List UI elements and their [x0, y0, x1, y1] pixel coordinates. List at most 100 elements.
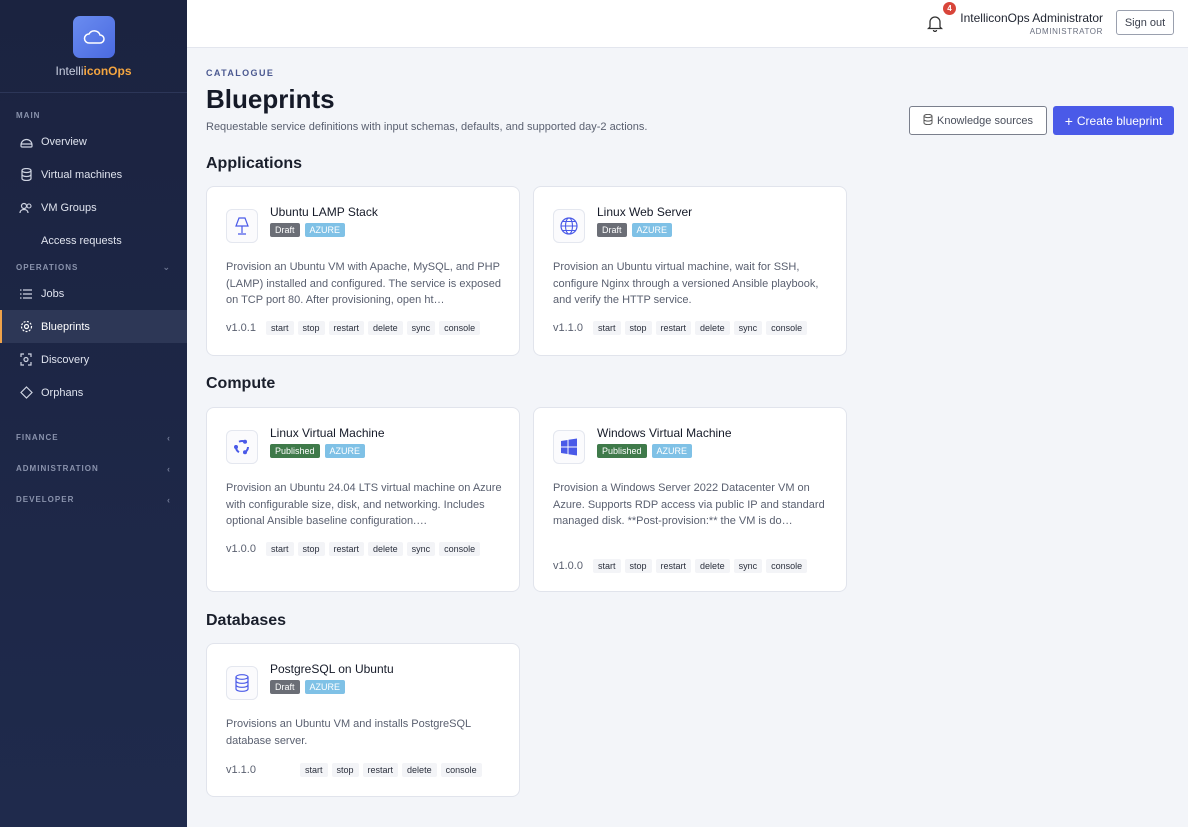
- diamond-icon: [19, 386, 33, 400]
- lamp-icon: [226, 209, 258, 243]
- card-description: Provision a Windows Server 2022 Datacent…: [553, 482, 825, 527]
- action-stop[interactable]: stop: [624, 559, 652, 573]
- sidebar-item-blueprints[interactable]: Blueprints: [0, 310, 187, 343]
- section-title-applications: Applications: [206, 155, 303, 172]
- action-stop[interactable]: stop: [297, 542, 325, 556]
- action-console[interactable]: console: [440, 763, 482, 777]
- user-role: ADMINISTRATOR: [1029, 27, 1103, 36]
- cloud-logo-icon[interactable]: [72, 16, 115, 58]
- action-sync[interactable]: sync: [733, 559, 763, 573]
- action-delete[interactable]: delete: [695, 321, 730, 335]
- chevron-left-icon: ‹: [167, 494, 171, 505]
- chevron-down-icon: ⌄: [162, 261, 171, 272]
- action-stop[interactable]: stop: [331, 763, 359, 777]
- blueprint-card[interactable]: Linux Web Server Draft AZURE Provision a…: [533, 186, 847, 356]
- chevron-left-icon: ‹: [167, 463, 171, 474]
- blueprint-card[interactable]: Ubuntu LAMP Stack Draft AZURE Provision …: [206, 186, 520, 356]
- status-badge: Published: [270, 444, 320, 458]
- user-name: IntelliconOps Administrator: [960, 11, 1103, 25]
- action-sync[interactable]: sync: [406, 321, 436, 335]
- section-title-compute: Compute: [206, 375, 276, 392]
- card-description: Provision an Ubuntu 24.04 LTS virtual ma…: [226, 482, 502, 527]
- user-info[interactable]: IntelliconOps Administrator ADMINISTRATO…: [960, 11, 1103, 36]
- list-icon: [19, 287, 33, 301]
- action-console[interactable]: console: [439, 542, 481, 556]
- action-stop[interactable]: stop: [297, 321, 325, 335]
- cloud-badge: AZURE: [631, 223, 673, 237]
- action-restart[interactable]: restart: [362, 763, 399, 777]
- gear-icon: [19, 320, 33, 334]
- action-restart[interactable]: restart: [655, 321, 692, 335]
- action-delete[interactable]: delete: [695, 559, 730, 573]
- page-title: Blueprints: [206, 84, 335, 114]
- sidebar-item-access-requests[interactable]: Access requests: [0, 224, 187, 257]
- sidebar-item-orphans[interactable]: Orphans: [0, 376, 187, 409]
- cloud-badge: AZURE: [304, 223, 346, 237]
- nav-section-finance[interactable]: FINANCE ‹: [0, 422, 187, 453]
- action-console[interactable]: console: [766, 559, 808, 573]
- card-description: Provisions an Ubuntu VM and installs Pos…: [226, 718, 471, 747]
- sidebar-item-vm-groups[interactable]: VM Groups: [0, 191, 187, 224]
- sidebar-item-jobs[interactable]: Jobs: [0, 277, 187, 310]
- action-start[interactable]: start: [300, 763, 328, 777]
- sidebar-item-overview[interactable]: Overview: [0, 125, 187, 158]
- action-start[interactable]: start: [266, 542, 294, 556]
- card-title: Linux Virtual Machine: [270, 426, 385, 440]
- brand: IntelliiconOps: [0, 0, 187, 93]
- card-title: Windows Virtual Machine: [597, 426, 732, 440]
- version-label: v1.0.1: [226, 322, 256, 334]
- chevron-left-icon: ‹: [167, 432, 171, 443]
- nav-section-main: MAIN: [16, 110, 41, 120]
- action-restart[interactable]: restart: [328, 542, 365, 556]
- scan-icon: [19, 353, 33, 367]
- topbar: 4 IntelliconOps Administrator ADMINISTRA…: [187, 0, 1188, 48]
- status-badge: Published: [597, 444, 647, 458]
- version-label: v1.0.0: [553, 560, 583, 572]
- page-eyebrow: CATALOGUE: [206, 68, 275, 78]
- blueprint-card[interactable]: Linux Virtual Machine Published AZURE Pr…: [206, 407, 520, 592]
- version-label: v1.1.0: [553, 322, 583, 334]
- section-title-databases: Databases: [206, 612, 287, 629]
- database-icon: [19, 168, 33, 182]
- sidebar-item-virtual-machines[interactable]: Virtual machines: [0, 158, 187, 191]
- status-badge: Draft: [270, 223, 300, 237]
- nav-section-operations[interactable]: OPERATIONS ⌄: [0, 257, 187, 277]
- action-start[interactable]: start: [593, 321, 621, 335]
- sign-out-button[interactable]: Sign out: [1116, 10, 1174, 35]
- action-sync[interactable]: sync: [733, 321, 763, 335]
- card-description: Provision an Ubuntu VM with Apache, MySQ…: [226, 261, 501, 306]
- action-delete[interactable]: delete: [368, 321, 403, 335]
- globe-icon: [553, 209, 585, 243]
- page-subtitle: Requestable service definitions with inp…: [206, 121, 648, 133]
- windows-icon: [553, 430, 585, 464]
- brand-name: IntelliiconOps: [55, 64, 132, 78]
- action-stop[interactable]: stop: [624, 321, 652, 335]
- create-blueprint-button[interactable]: + Create blueprint: [1053, 106, 1174, 135]
- blueprint-card[interactable]: Windows Virtual Machine Published AZURE …: [533, 407, 847, 592]
- card-description: Provision an Ubuntu virtual machine, wai…: [553, 261, 819, 306]
- bell-icon[interactable]: [926, 14, 945, 34]
- action-delete[interactable]: delete: [368, 542, 403, 556]
- action-console[interactable]: console: [766, 321, 808, 335]
- card-title: PostgreSQL on Ubuntu: [270, 662, 394, 676]
- ubuntu-icon: [226, 430, 258, 464]
- action-restart[interactable]: restart: [328, 321, 365, 335]
- nav-section-administration[interactable]: ADMINISTRATION ‹: [0, 453, 187, 484]
- cloud-badge: AZURE: [304, 680, 346, 694]
- status-badge: Draft: [597, 223, 627, 237]
- sidebar: IntelliiconOps MAIN Overview Virtual mac…: [0, 0, 187, 827]
- nav-section-developer[interactable]: DEVELOPER ‹: [0, 484, 187, 515]
- action-sync[interactable]: sync: [406, 542, 436, 556]
- card-title: Ubuntu LAMP Stack: [270, 205, 378, 219]
- action-start[interactable]: start: [266, 321, 294, 335]
- action-start[interactable]: start: [593, 559, 621, 573]
- status-badge: Draft: [270, 680, 300, 694]
- action-console[interactable]: console: [439, 321, 481, 335]
- cloud-badge: AZURE: [651, 444, 693, 458]
- sidebar-item-discovery[interactable]: Discovery: [0, 343, 187, 376]
- card-title: Linux Web Server: [597, 205, 693, 219]
- blueprint-card[interactable]: PostgreSQL on Ubuntu Draft AZURE Provisi…: [206, 643, 520, 797]
- action-restart[interactable]: restart: [655, 559, 692, 573]
- knowledge-sources-button[interactable]: Knowledge sources: [909, 106, 1047, 135]
- action-delete[interactable]: delete: [402, 763, 437, 777]
